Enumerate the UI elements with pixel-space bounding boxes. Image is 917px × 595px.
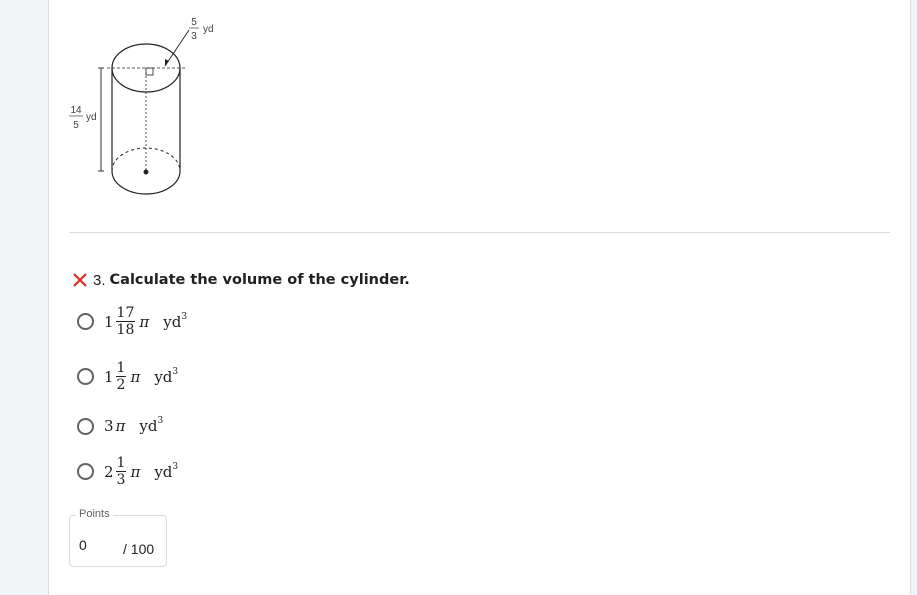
radius-arrowhead [165,59,169,66]
points-value[interactable]: 0 [79,537,87,553]
fraction-denominator: 2 [115,376,127,393]
question-header: 3. Calculate the volume of the cylinder. [71,270,410,290]
option-math: 3 π yd3 [104,416,164,435]
cylinder-figure: 5 3 yd 14 5 yd [69,17,214,195]
option-math: 2 1 3 π yd3 [104,455,178,488]
fraction-denominator: 3 [115,471,127,488]
x-mark-icon [73,273,87,287]
unit: yd3 [163,311,188,331]
unit: yd3 [154,461,179,481]
pi-symbol: π [115,417,126,435]
radio-button[interactable] [77,463,94,480]
pi-symbol: π [130,367,141,386]
fraction-denominator: 18 [115,321,136,338]
answer-option-3[interactable]: 3 π yd3 [77,416,164,435]
height-label-num: 14 [70,105,82,116]
answer-option-1[interactable]: 1 17 18 π yd3 [77,305,187,338]
section-divider [69,232,890,233]
height-label-den: 5 [73,120,79,131]
coefficient: 3 [104,417,114,435]
radio-button[interactable] [77,313,94,330]
question-text: Calculate the volume of the cylinder. [109,272,410,288]
unit: yd3 [154,366,179,386]
fraction: 1 3 [115,455,127,488]
fraction: 17 18 [115,305,136,338]
points-field[interactable]: Points 0 / 100 [69,508,167,567]
question-card: 5 3 yd 14 5 yd 3. Calculate the volume o… [48,0,911,595]
option-math: 1 17 18 π yd3 [104,305,187,338]
radius-label-num: 5 [191,17,197,28]
answer-option-2[interactable]: 1 1 2 π yd3 [77,360,178,393]
radius-label-unit: yd [203,24,214,35]
cylinder-bottom-back [111,147,181,172]
pi-symbol: π [130,462,141,481]
mixed-whole: 1 [104,312,114,331]
points-label: Points [76,508,113,520]
fraction: 1 2 [115,360,127,393]
mixed-whole: 2 [104,462,114,481]
answer-option-4[interactable]: 2 1 3 π yd3 [77,455,178,488]
right-angle-marker [145,67,154,76]
fraction-numerator: 17 [116,305,135,321]
option-math: 1 1 2 π yd3 [104,360,178,393]
radio-button[interactable] [77,417,94,435]
fraction-numerator: 1 [116,360,126,376]
height-label-unit: yd [86,112,97,123]
fraction-numerator: 1 [116,455,126,471]
unit: yd3 [139,416,164,435]
question-number: 3. [93,271,106,289]
points-total: / 100 [123,541,155,557]
bottom-center-dot [143,169,149,175]
radio-button[interactable] [77,368,94,385]
mixed-whole: 1 [104,367,114,386]
pi-symbol: π [139,312,150,331]
radius-label-den: 3 [191,31,197,42]
radius-leader-line [164,29,190,67]
